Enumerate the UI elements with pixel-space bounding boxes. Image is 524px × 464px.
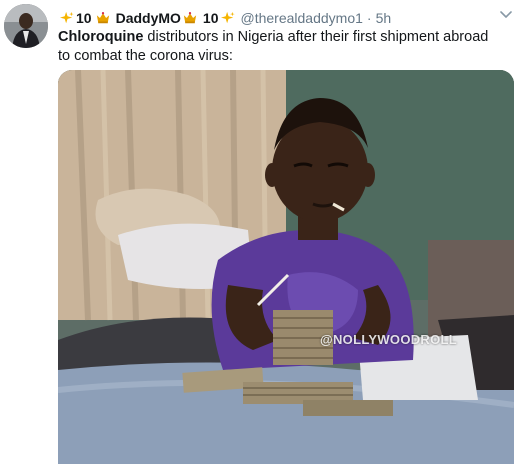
media-image — [58, 70, 514, 464]
tweet-header: 10 DaddyMO 10 @therealdaddymo1 · 5h — [58, 8, 391, 28]
sparkle-count-prefix: 10 — [76, 10, 92, 26]
tweet-text: Chloroquine distributors in Nigeria afte… — [58, 28, 498, 66]
chevron-down-icon[interactable] — [498, 6, 514, 22]
sparkle-count-suffix: 10 — [202, 10, 219, 26]
sparkles-icon — [220, 11, 235, 24]
crown-icon — [96, 12, 109, 24]
tweet-text-bold: Chloroquine — [58, 29, 144, 45]
display-name[interactable]: DaddyMO — [116, 10, 181, 26]
media-watermark: @NOLLYWOODROLL — [320, 332, 457, 347]
timestamp[interactable]: 5h — [376, 10, 392, 26]
avatar-image — [4, 4, 48, 48]
sparkles-icon — [60, 11, 74, 24]
tweet-media[interactable]: @NOLLYWOODROLL — [58, 70, 514, 464]
tweet-card[interactable]: 10 DaddyMO 10 @therealdaddymo1 · 5h Chlo… — [0, 0, 524, 464]
crown-icon — [183, 12, 197, 24]
handle[interactable]: @therealdaddymo1 — [241, 10, 363, 26]
separator-dot: · — [366, 10, 372, 26]
avatar[interactable] — [4, 4, 48, 48]
